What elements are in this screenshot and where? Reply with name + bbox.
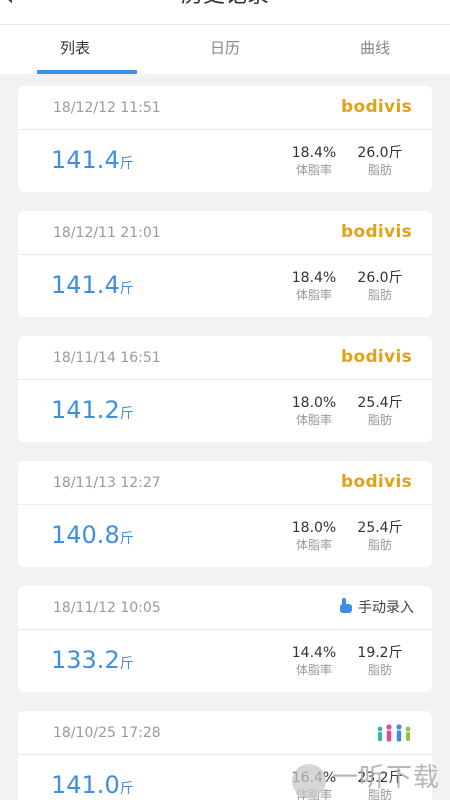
record-header: 18/10/25 17:28 xyxy=(18,711,432,755)
body-fat-rate-value: 14.4% xyxy=(291,645,337,661)
weight-unit: 斤 xyxy=(119,406,134,422)
fat-mass-value: 19.2斤 xyxy=(357,645,403,661)
bodivis-logo: bodivis xyxy=(341,97,412,117)
bodivis-logo: bodivis xyxy=(341,347,412,367)
record-date: 18/12/12 11:51 xyxy=(53,100,161,116)
record-card[interactable]: 18/12/12 11:51 bodivis 141.4斤 18.4% 体脂率 2… xyxy=(18,86,432,192)
fat-mass-label: 脂肪 xyxy=(367,413,392,427)
tab-calendar[interactable]: 日历 xyxy=(150,25,300,74)
fat-mass: 25.4斤脂肪 xyxy=(355,394,405,428)
body-fat-rate-label: 体脂率 xyxy=(295,163,332,177)
fat-mass-value: 25.4斤 xyxy=(357,395,403,411)
body-fat-rate-label: 体脂率 xyxy=(295,413,332,427)
weight-number: 133.2 xyxy=(51,646,120,674)
weight-unit: 斤 xyxy=(119,531,134,547)
body-fat-rate: 18.4% 体脂率 xyxy=(290,269,338,303)
weight-number: 141.0 xyxy=(51,771,120,799)
weight-value: 141.4斤 xyxy=(51,271,134,303)
weight-number: 140.8 xyxy=(51,521,120,549)
weight-value: 141.2斤 xyxy=(51,396,134,428)
body-fat-rate: 14.4% 体脂率 xyxy=(290,644,338,678)
body-fat-rate: 18.0% 体脂率 xyxy=(290,394,338,428)
body-fat-rate-value: 18.4% xyxy=(291,145,337,161)
record-body: 141.4斤 18.4% 体脂率 26.0斤脂肪 xyxy=(18,130,432,192)
record-header: 18/11/14 16:51 bodivis xyxy=(18,336,432,380)
record-body: 141.2斤 18.0% 体脂率 25.4斤脂肪 xyxy=(18,380,432,442)
record-date: 18/11/13 12:27 xyxy=(53,475,161,491)
record-body: 141.4斤 18.4% 体脂率 26.0斤脂肪 xyxy=(18,255,432,317)
fat-mass-value: 26.0斤 xyxy=(357,270,403,286)
record-date: 18/11/14 16:51 xyxy=(53,350,161,366)
weight-value: 141.0斤 xyxy=(51,771,134,800)
bodivis-logo: bodivis xyxy=(341,222,412,242)
fat-mass-label: 脂肪 xyxy=(367,663,392,677)
tab-bar: 列表 日历 曲线 xyxy=(0,24,450,74)
bodivis-logo: bodivis xyxy=(341,472,412,492)
watermark: 一听下载 xyxy=(290,754,450,800)
fat-mass-value: 26.0斤 xyxy=(357,145,403,161)
watermark-text: 一听下载 xyxy=(332,763,441,793)
tab-curve[interactable]: 曲线 xyxy=(300,25,450,74)
record-body: 133.2斤 14.4% 体脂率 19.2斤脂肪 xyxy=(18,630,432,692)
body-fat-rate-value: 18.0% xyxy=(291,395,337,411)
weight-unit: 斤 xyxy=(119,281,134,297)
body-fat-rate: 18.0% 体脂率 xyxy=(290,519,338,553)
record-header: 18/11/12 10:05 手动录入 xyxy=(18,586,432,630)
body-fat-rate: 18.4% 体脂率 xyxy=(290,144,338,178)
record-date: 18/12/11 21:01 xyxy=(53,225,161,241)
weight-number: 141.2 xyxy=(51,396,120,424)
weight-unit: 斤 xyxy=(119,781,134,797)
body-fat-rate-value: 18.0% xyxy=(291,520,337,536)
record-date: 18/11/12 10:05 xyxy=(53,600,161,616)
record-body: 140.8斤 18.0% 体脂率 25.4斤脂肪 xyxy=(18,505,432,567)
record-header: 18/11/13 12:27 bodivis xyxy=(18,461,432,505)
share-icon[interactable]: ↗ xyxy=(425,0,440,4)
body-fat-rate-label: 体脂率 xyxy=(295,663,332,677)
weight-value: 140.8斤 xyxy=(51,521,134,553)
weight-number: 141.4 xyxy=(51,271,120,299)
tab-list[interactable]: 列表 xyxy=(0,25,150,74)
record-date: 18/10/25 17:28 xyxy=(53,725,161,741)
manual-entry-label: 手动录入 xyxy=(358,600,414,616)
nav-bar: ‹ 历史记录 ↗ xyxy=(0,0,450,24)
record-header: 18/12/12 11:51 bodivis xyxy=(18,86,432,130)
watermark-logo-icon xyxy=(292,764,326,798)
fat-mass-label: 脂肪 xyxy=(367,163,392,177)
record-card[interactable]: 18/12/11 21:01 bodivis 141.4斤 18.4% 体脂率 2… xyxy=(18,211,432,317)
fat-mass: 26.0斤脂肪 xyxy=(355,144,405,178)
fat-mass: 25.4斤脂肪 xyxy=(355,519,405,553)
weight-number: 141.4 xyxy=(51,146,120,174)
weight-unit: 斤 xyxy=(119,156,134,172)
fat-mass: 26.0斤脂肪 xyxy=(355,269,405,303)
hand-tap-icon xyxy=(339,598,353,614)
manual-entry-tag: 手动录入 xyxy=(339,586,414,630)
fat-mass-label: 脂肪 xyxy=(367,538,392,552)
page-title: 历史记录 xyxy=(0,0,450,10)
fat-mass-label: 脂肪 xyxy=(367,288,392,302)
fat-mass: 19.2斤脂肪 xyxy=(355,644,405,678)
weight-value: 133.2斤 xyxy=(51,646,134,678)
body-fat-rate-value: 18.4% xyxy=(291,270,337,286)
fat-mass-value: 25.4斤 xyxy=(357,520,403,536)
family-people-icon xyxy=(377,724,411,742)
body-fat-rate-label: 体脂率 xyxy=(295,538,332,552)
record-card[interactable]: 18/11/13 12:27 bodivis 140.8斤 18.0% 体脂率 2… xyxy=(18,461,432,567)
body-fat-rate-label: 体脂率 xyxy=(295,288,332,302)
weight-value: 141.4斤 xyxy=(51,146,134,178)
record-card[interactable]: 18/11/14 16:51 bodivis 141.2斤 18.0% 体脂率 2… xyxy=(18,336,432,442)
record-card[interactable]: 18/11/12 10:05 手动录入 133.2斤 14.4% 体脂率 19.2… xyxy=(18,586,432,692)
weight-unit: 斤 xyxy=(119,656,134,672)
record-header: 18/12/11 21:01 bodivis xyxy=(18,211,432,255)
record-list: 18/12/12 11:51 bodivis 141.4斤 18.4% 体脂率 2… xyxy=(18,86,432,800)
